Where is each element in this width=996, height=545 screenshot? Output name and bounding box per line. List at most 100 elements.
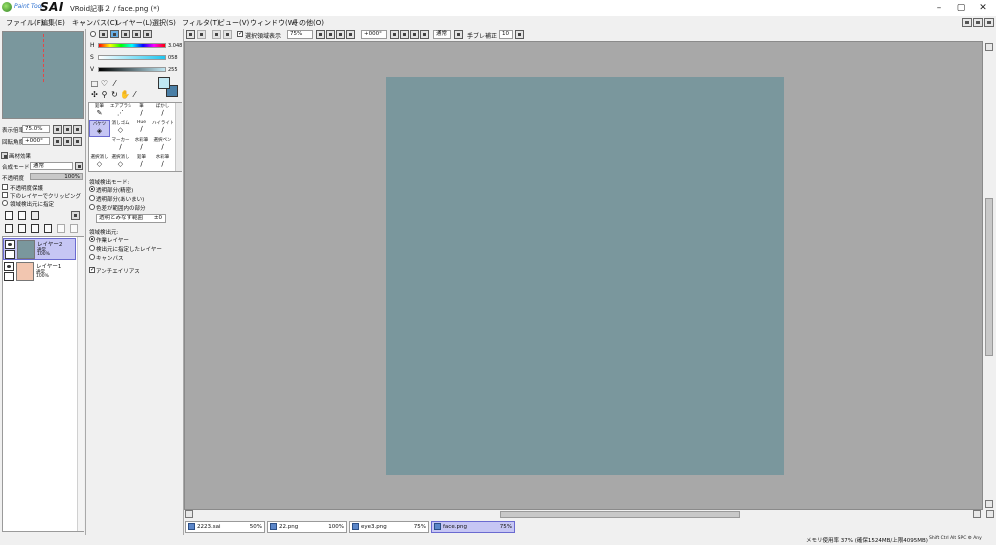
toolbar-zoom-in-button[interactable] bbox=[326, 30, 335, 39]
vertical-scroll-thumb[interactable] bbox=[985, 198, 993, 356]
primary-color-swatch[interactable] bbox=[158, 77, 170, 89]
doc-tab-active[interactable]: face.png 75% bbox=[431, 521, 515, 533]
opacity-slider[interactable]: 100% bbox=[30, 173, 83, 180]
menu-edit[interactable]: 編集(E) bbox=[41, 18, 65, 28]
protect-opacity-checkbox[interactable] bbox=[2, 184, 8, 190]
menu-window[interactable]: ウィンドウ(W) bbox=[250, 18, 297, 28]
toolbar-zoom-field[interactable]: 75% bbox=[287, 30, 313, 39]
blend-mode-dropdown-icon[interactable] bbox=[75, 162, 83, 170]
zoom-out-button[interactable] bbox=[53, 125, 62, 134]
redo-button[interactable] bbox=[223, 30, 232, 39]
maximize-button[interactable]: ▢ bbox=[950, 1, 972, 15]
hsv-slider-toggle[interactable] bbox=[110, 30, 119, 38]
new-layer-icon[interactable] bbox=[5, 211, 13, 220]
scroll-up-icon[interactable] bbox=[985, 43, 993, 51]
new-folder-icon[interactable] bbox=[31, 211, 39, 220]
document-canvas[interactable] bbox=[386, 77, 784, 475]
canvas-vertical-scrollbar[interactable] bbox=[983, 41, 995, 510]
layer-row[interactable]: レイヤー2 通常 100% bbox=[3, 238, 76, 260]
antialias-checkbox[interactable] bbox=[89, 266, 95, 273]
stabilizer-dropdown-button[interactable] bbox=[515, 30, 524, 39]
layer-clear-icon[interactable] bbox=[31, 224, 39, 233]
source-radio-working-layer[interactable] bbox=[89, 236, 95, 242]
menu-view[interactable]: ビュー(V) bbox=[218, 18, 249, 28]
deselect-button[interactable] bbox=[186, 30, 195, 39]
canvas-workspace[interactable] bbox=[184, 41, 983, 510]
brush-slot[interactable]: エアブラシ ⋰ bbox=[110, 103, 131, 120]
color-wheel-toggle[interactable] bbox=[90, 31, 96, 37]
brush-palette-scrollbar[interactable] bbox=[175, 103, 182, 171]
move-icon[interactable]: ✣ bbox=[90, 90, 99, 99]
menu-layer[interactable]: レイヤー(L) bbox=[115, 18, 152, 28]
brush-slot[interactable]: 選択消し ◇ bbox=[110, 154, 131, 171]
detect-mode-radio-fuzzy[interactable] bbox=[89, 195, 95, 201]
source-radio-canvas[interactable] bbox=[89, 254, 95, 260]
layer-transfer-icon[interactable] bbox=[5, 224, 13, 233]
toolbar-zoom-reset-button[interactable] bbox=[346, 30, 355, 39]
color-mixer-toggle[interactable] bbox=[121, 30, 130, 38]
rotate-icon[interactable]: ↻ bbox=[110, 90, 119, 99]
layer-apply-mask-icon[interactable] bbox=[70, 224, 78, 233]
blend-mode-select[interactable]: 通常 bbox=[30, 162, 73, 170]
hue-slider[interactable] bbox=[98, 43, 166, 48]
brush-slot[interactable]: 選択消し ◇ bbox=[89, 154, 110, 171]
brush-slot[interactable] bbox=[89, 137, 110, 154]
brush-slot[interactable]: 消しゴム ◇ bbox=[110, 120, 131, 137]
toolbar-flip-button[interactable] bbox=[420, 30, 429, 39]
value-slider[interactable] bbox=[98, 67, 166, 72]
toolbar-blend-toggle-button[interactable] bbox=[454, 30, 463, 39]
show-selection-checkbox[interactable] bbox=[237, 30, 243, 37]
navigator-preview[interactable] bbox=[2, 31, 84, 119]
close-button[interactable]: ✕ bbox=[972, 1, 994, 15]
rgb-slider-toggle[interactable] bbox=[99, 30, 108, 38]
rect-select-icon[interactable]: □ bbox=[90, 79, 99, 88]
stabilizer-field[interactable]: 10 bbox=[499, 30, 513, 39]
angle-field[interactable]: +000° bbox=[22, 137, 50, 145]
menu-canvas[interactable]: キャンバス(C) bbox=[72, 18, 117, 28]
menu-other[interactable]: その他(O) bbox=[292, 18, 324, 28]
scroll-down-icon[interactable] bbox=[985, 500, 993, 508]
zoom-field[interactable]: 75.0% bbox=[22, 125, 50, 133]
scroll-left-icon[interactable] bbox=[185, 510, 193, 518]
toolbar-zoom-out-button[interactable] bbox=[316, 30, 325, 39]
minimize-button[interactable]: – bbox=[928, 1, 950, 15]
swatches-toggle[interactable] bbox=[132, 30, 141, 38]
doc-tab[interactable]: eye3.png 75% bbox=[349, 521, 429, 533]
visibility-eye-icon[interactable] bbox=[5, 240, 15, 249]
brush-slot-selected[interactable]: バケツ ◈ bbox=[89, 120, 110, 137]
panel-layout-button-3[interactable] bbox=[984, 18, 994, 27]
scratchpad-toggle[interactable] bbox=[143, 30, 152, 38]
toolbar-angle-field[interactable]: +000° bbox=[361, 30, 387, 39]
effects-toggle[interactable] bbox=[1, 152, 8, 159]
panel-layout-button-1[interactable] bbox=[962, 18, 972, 27]
layer-row[interactable]: レイヤー1 通常 100% bbox=[3, 261, 76, 283]
menu-filter[interactable]: フィルタ(T) bbox=[182, 18, 220, 28]
scroll-right-icon[interactable] bbox=[973, 510, 981, 518]
brush-slot[interactable]: ぼかし ∕ bbox=[152, 103, 173, 120]
toolbar-blend-field[interactable]: 通常 bbox=[433, 30, 451, 39]
lasso-icon[interactable]: ♡ bbox=[100, 79, 109, 88]
brush-slot[interactable]: マーカー ∕ bbox=[110, 137, 131, 154]
layer-delete-icon[interactable] bbox=[44, 224, 52, 233]
rotate-reset-button[interactable] bbox=[73, 137, 82, 146]
layer-merge-icon[interactable] bbox=[18, 224, 26, 233]
hand-icon[interactable]: ✋ bbox=[120, 90, 130, 99]
doc-tab[interactable]: 22.png 100% bbox=[267, 521, 347, 533]
layer-edit-pen-icon[interactable] bbox=[5, 250, 15, 259]
canvas-horizontal-scrollbar[interactable] bbox=[184, 510, 983, 519]
transparent-range-field[interactable]: 透明とみなす範囲 ±0 bbox=[96, 214, 166, 223]
brush-slot[interactable]: 鉛筆 ∕ bbox=[131, 154, 152, 171]
layer-mask-icon[interactable] bbox=[57, 224, 65, 233]
detect-mode-radio-precise[interactable] bbox=[89, 186, 95, 192]
zoom-in-button[interactable] bbox=[63, 125, 72, 134]
brush-slot[interactable]: 鉛筆 ✎ bbox=[89, 103, 110, 120]
toolbar-rotate-left-button[interactable] bbox=[390, 30, 399, 39]
rotate-left-button[interactable] bbox=[53, 137, 62, 146]
toolbar-zoom-fit-button[interactable] bbox=[336, 30, 345, 39]
horizontal-scroll-thumb[interactable] bbox=[500, 511, 740, 518]
visibility-eye-icon[interactable] bbox=[4, 262, 14, 271]
select-all-button[interactable] bbox=[197, 30, 206, 39]
brush-slot[interactable]: 筆 ∕ bbox=[131, 103, 152, 120]
zoom-reset-button[interactable] bbox=[73, 125, 82, 134]
detect-source-radio[interactable] bbox=[2, 200, 8, 206]
